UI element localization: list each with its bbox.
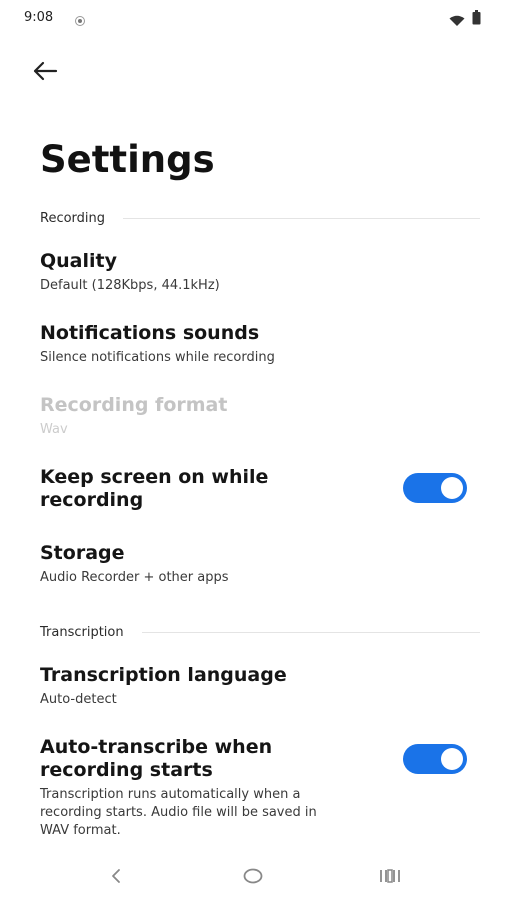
setting-subtitle: Transcription runs automatically when a …	[40, 787, 317, 838]
status-time: 9:08	[24, 10, 54, 25]
setting-keep-screen-on[interactable]: Keep screen on while recording	[40, 466, 330, 512]
nav-recents-icon	[379, 868, 401, 888]
arrow-back-icon	[32, 61, 58, 85]
page-title: Settings	[40, 138, 215, 181]
setting-subtitle: Auto-detect	[40, 692, 117, 707]
section-header-recording: Recording	[40, 208, 480, 228]
section-header-transcription: Transcription	[40, 622, 480, 642]
setting-subtitle: Audio Recorder + other apps	[40, 570, 229, 585]
setting-storage[interactable]: Storage Audio Recorder + other apps	[40, 542, 480, 587]
battery-icon	[472, 10, 481, 25]
nav-back-button[interactable]	[96, 865, 136, 891]
setting-recording-format: Recording format Wav	[40, 394, 480, 439]
setting-title: Notifications sounds	[40, 322, 260, 344]
system-nav-bar	[0, 855, 506, 900]
setting-title: Quality	[40, 250, 117, 272]
notification-dot-icon	[74, 12, 86, 26]
setting-subtitle: Default (128Kbps, 44.1kHz)	[40, 278, 220, 293]
toggle-knob	[441, 748, 463, 770]
wifi-icon	[449, 12, 465, 26]
setting-title: Transcription language	[40, 664, 287, 686]
setting-transcription-language[interactable]: Transcription language Auto-detect	[40, 664, 480, 709]
nav-back-icon	[110, 868, 122, 888]
setting-title: Keep screen on while recording	[40, 466, 269, 511]
section-label: Recording	[40, 210, 106, 226]
section-divider	[141, 631, 480, 633]
setting-title: Storage	[40, 542, 125, 564]
back-button[interactable]	[28, 58, 62, 88]
setting-subtitle: Wav	[40, 422, 68, 437]
setting-title: Recording format	[40, 394, 228, 416]
setting-quality[interactable]: Quality Default (128Kbps, 44.1kHz)	[40, 250, 480, 295]
setting-auto-transcribe[interactable]: Auto-transcribe when recording starts Tr…	[40, 736, 340, 840]
section-divider	[123, 217, 480, 219]
status-bar: 9:08	[0, 0, 506, 36]
keep-screen-on-toggle[interactable]	[403, 473, 467, 503]
auto-transcribe-toggle[interactable]	[403, 744, 467, 774]
setting-title: Auto-transcribe when recording starts	[40, 736, 273, 781]
nav-recents-button[interactable]	[370, 865, 410, 891]
section-label: Transcription	[40, 624, 124, 640]
nav-home-button[interactable]	[233, 865, 273, 891]
nav-home-icon	[243, 868, 263, 888]
setting-notifications-sounds[interactable]: Notifications sounds Silence notificatio…	[40, 322, 480, 367]
setting-subtitle: Silence notifications while recording	[40, 350, 275, 365]
toggle-knob	[441, 477, 463, 499]
